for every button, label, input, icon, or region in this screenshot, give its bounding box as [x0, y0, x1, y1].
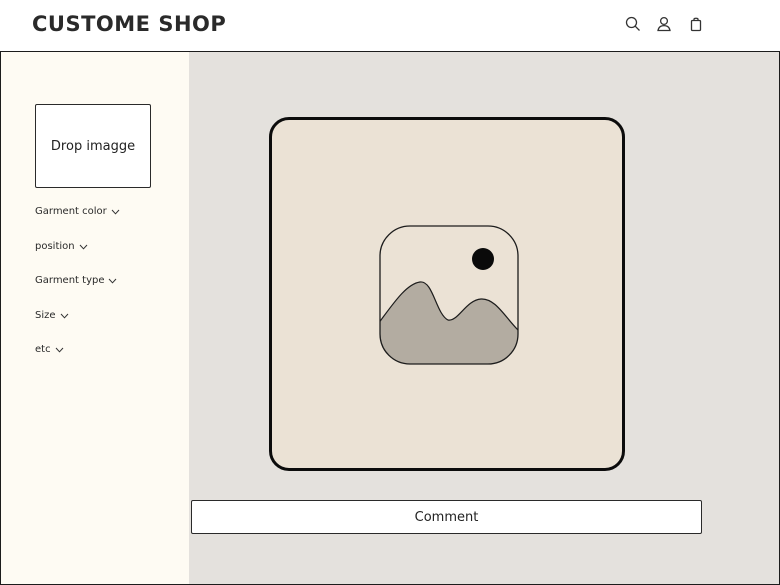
brand-title[interactable]: CUSTOME SHOP [32, 12, 226, 36]
garment-preview-canvas[interactable] [269, 117, 625, 471]
filter-label: Garment color [35, 206, 107, 217]
chevron-down-icon [111, 209, 120, 215]
shopping-bag-icon[interactable] [687, 15, 705, 33]
comment-button[interactable]: Comment [191, 500, 702, 534]
chevron-down-icon [55, 347, 63, 353]
top-header: CUSTOME SHOP [0, 0, 780, 52]
image-placeholder-icon [379, 225, 519, 365]
comment-label: Comment [414, 509, 479, 525]
filter-position[interactable]: position [35, 241, 88, 252]
filter-label: position [35, 241, 75, 252]
drop-image-zone[interactable]: Drop imagge [35, 104, 151, 188]
filter-size[interactable]: Size [35, 310, 69, 321]
chevron-down-icon [109, 278, 117, 284]
filter-label: Size [35, 310, 56, 321]
user-icon[interactable] [655, 15, 673, 33]
chevron-down-icon [79, 244, 87, 250]
filter-garment-color[interactable]: Garment color [35, 206, 120, 217]
filter-label: etc [35, 344, 51, 355]
filter-label: Garment type [35, 275, 105, 286]
drop-image-label: Drop imagge [50, 138, 136, 154]
filter-etc[interactable]: etc [35, 344, 64, 355]
filter-garment-type[interactable]: Garment type [35, 275, 117, 286]
search-icon[interactable] [624, 15, 642, 33]
chevron-down-icon [60, 313, 68, 319]
